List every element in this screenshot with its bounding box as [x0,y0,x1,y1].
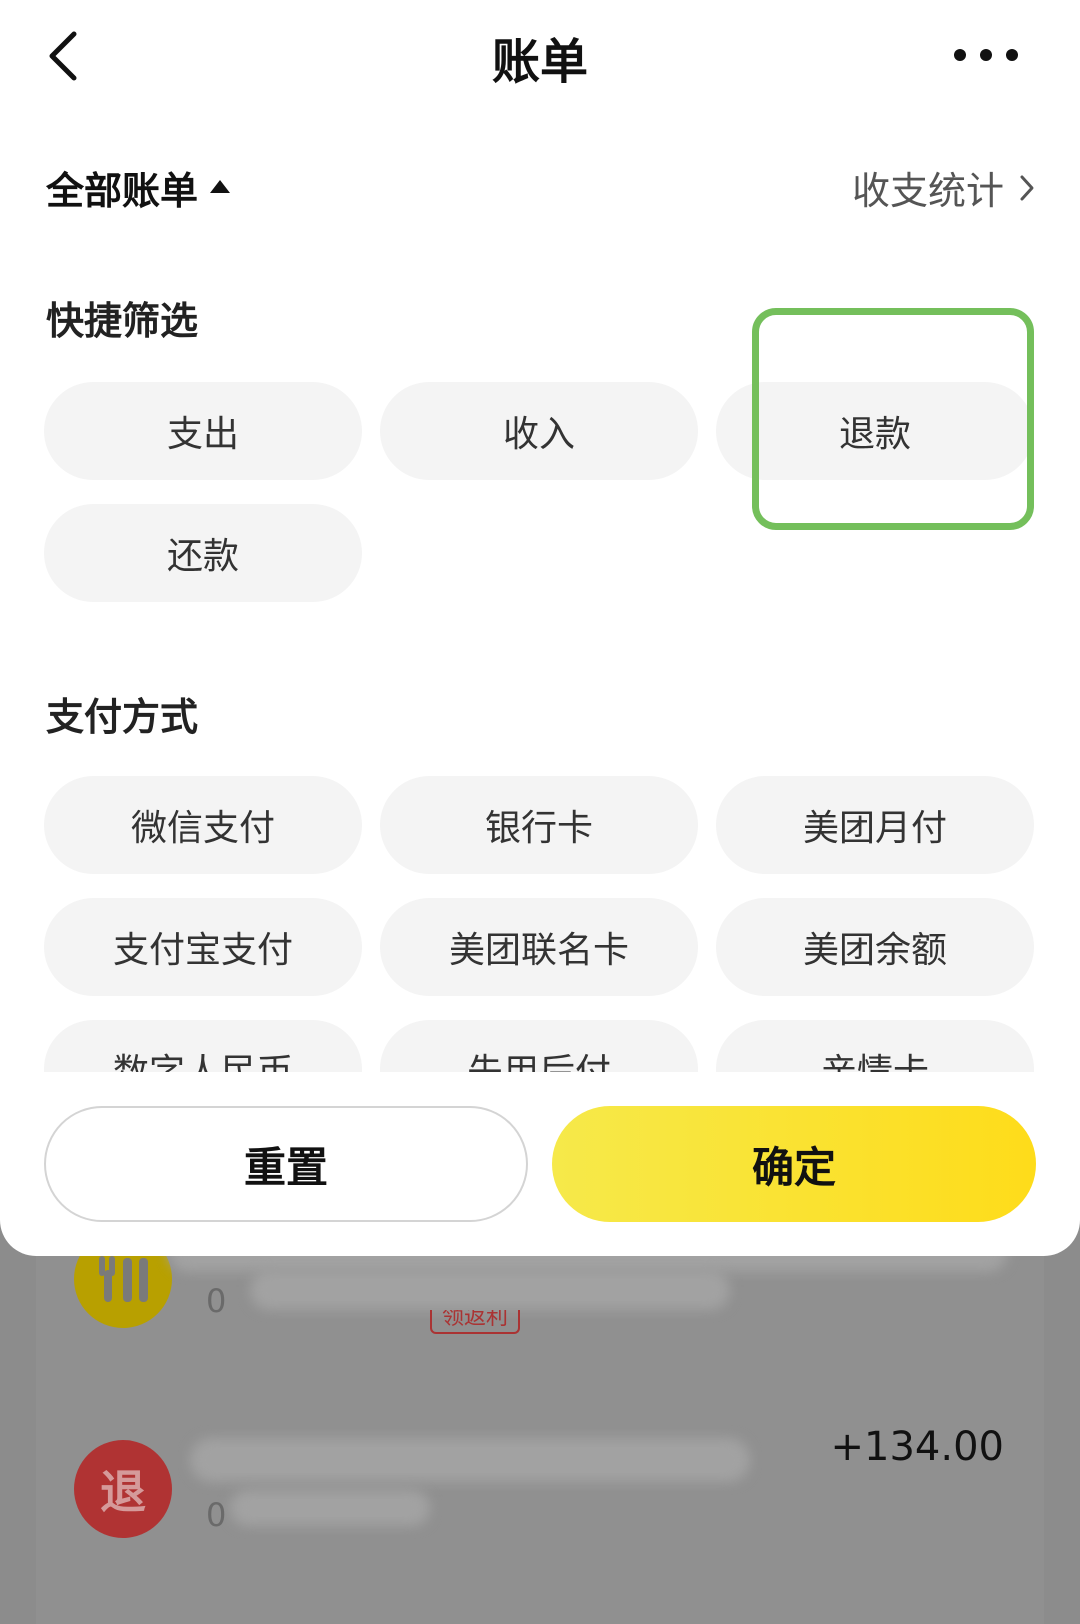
payment-method-list[interactable]: 微信支付 银行卡 美团月付 支付宝支付 美团联名卡 美团余额 数字人民币 先用后… [0,770,1080,1072]
bill-filter-sheet: 账单 全部账单 收支统计 快捷筛选 支出 收入 退款 还款 支付方式 微信支付 … [0,0,1080,1256]
confirm-button[interactable]: 确定 [552,1106,1036,1222]
payment-method-title: 支付方式 [46,695,199,739]
background-bill-list: 0 领返利 退 0 +134.00 [0,1200,1080,1624]
chip-pay-later[interactable]: 先用后付 [380,1020,698,1072]
chip-income[interactable]: 收入 [380,382,698,480]
chip-bank-card[interactable]: 银行卡 [380,776,698,874]
more-dots-icon[interactable] [954,46,1040,66]
income-expense-stats-link[interactable]: 收支统计 [852,160,1036,215]
chip-family-card[interactable]: 亲情卡 [716,1020,1034,1072]
chip-refund[interactable]: 退款 [716,382,1034,480]
chip-expense[interactable]: 支出 [44,382,362,480]
chip-digital-rmb[interactable]: 数字人民币 [44,1020,362,1072]
reset-button[interactable]: 重置 [44,1106,528,1222]
chip-co-branded-card[interactable]: 美团联名卡 [380,898,698,996]
chip-repayment[interactable]: 还款 [44,504,362,602]
chip-meituan-monthly[interactable]: 美团月付 [716,776,1034,874]
page-title: 账单 [491,34,588,90]
bill-row: 退 0 +134.00 [0,1410,1080,1570]
chevron-right-icon [1020,175,1034,200]
bill-amount: +134.00 [830,1424,1004,1470]
chip-wechat-pay[interactable]: 微信支付 [44,776,362,874]
utensils-glyph [99,1256,148,1302]
quick-filter-title: 快捷筛选 [46,299,199,343]
bill-date-text: 0 [206,1282,227,1320]
refund-badge-icon: 退 [74,1440,172,1538]
rebate-tag: 领返利 [430,1310,521,1334]
stats-label: 收支统计 [851,169,1004,213]
chip-alipay[interactable]: 支付宝支付 [44,898,362,996]
all-bills-label: 全部账单 [46,169,199,213]
all-bills-dropdown[interactable]: 全部账单 [46,160,231,215]
caret-up-icon [210,180,231,193]
nav-bar: 账单 [0,0,1080,112]
bill-date-text: 0 [206,1496,227,1534]
chip-meituan-balance[interactable]: 美团余额 [716,898,1034,996]
